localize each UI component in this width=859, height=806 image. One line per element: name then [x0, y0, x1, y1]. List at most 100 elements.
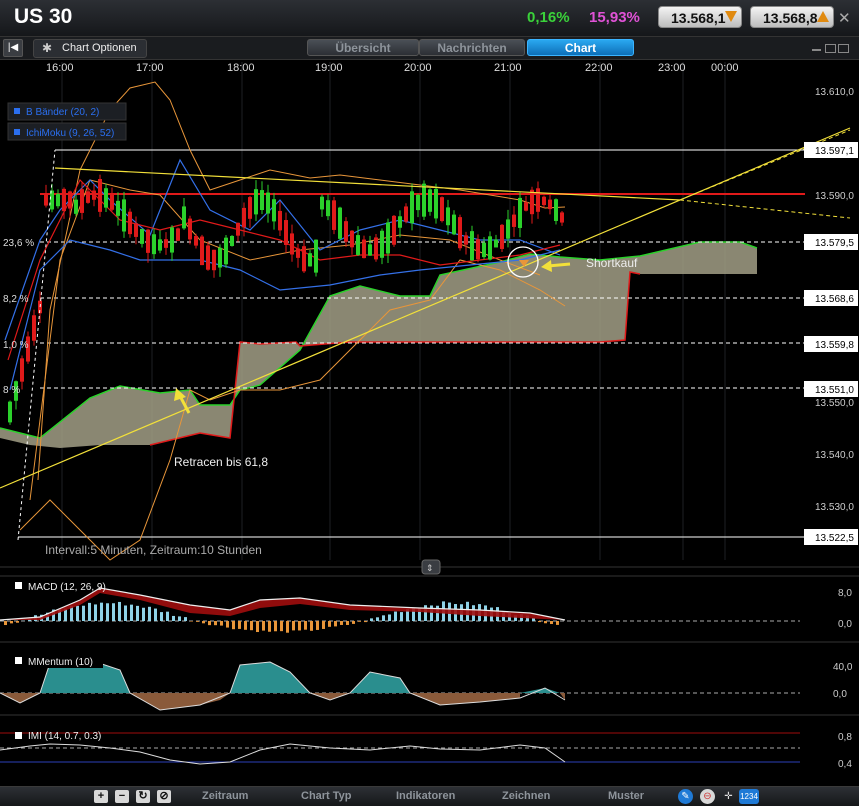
macd-bar	[532, 618, 535, 621]
macd-bar	[16, 621, 19, 623]
fib-label: 23,6 %	[3, 238, 34, 249]
refresh-icon[interactable]: ↻	[136, 790, 150, 803]
candle-body	[158, 239, 162, 250]
badge-icon[interactable]: 1234	[739, 789, 759, 804]
crosshair-icon[interactable]: ✛	[721, 789, 736, 804]
tab-overview[interactable]: Übersicht	[307, 39, 419, 56]
chart-area[interactable]: 16:00 17:00 18:00 19:00 20:00 21:00 22:0…	[0, 60, 859, 786]
price-tick: 13.550,0	[815, 398, 854, 409]
macd-bar	[286, 621, 289, 633]
macd-bar	[322, 621, 325, 629]
candle-body	[320, 197, 324, 210]
eraser-icon[interactable]: ⊖	[700, 789, 715, 804]
change-absolute: 0,16%	[527, 9, 570, 26]
candle-body	[434, 189, 438, 218]
collapse-left-icon[interactable]: |◀	[3, 39, 23, 57]
tab-news[interactable]: Nachrichten	[419, 39, 525, 56]
candle-body	[194, 236, 198, 246]
indicator-ichimoku: IchiMoku (9, 26, 52)	[26, 128, 114, 139]
macd-bar	[556, 621, 559, 625]
tab-chart[interactable]: Chart	[527, 39, 634, 56]
momentum-tick: 0,0	[833, 689, 847, 700]
bottom-toolbar: + − ↻ ⊘ Zeitraum Chart Typ Indikatoren Z…	[0, 786, 859, 806]
candle-body	[470, 231, 474, 260]
candle-body	[500, 225, 504, 249]
short-label: Shortkauf	[586, 256, 638, 270]
candle-body	[164, 239, 168, 248]
menu-draw[interactable]: Zeichnen	[502, 790, 550, 802]
price-axis: 13.610,0 13.597,1 13.590,0 13.579,5 13.5…	[804, 87, 858, 545]
macd-bar	[400, 612, 403, 621]
imi-panel: IMI (14, 0.7, 0.3) 0,8 0,4	[0, 715, 859, 770]
candle-body	[284, 220, 288, 245]
candle-body	[350, 231, 354, 248]
macd-bar	[220, 621, 223, 626]
sell-price: 13.568,1	[671, 10, 726, 26]
menu-chart-type[interactable]: Chart Typ	[301, 790, 352, 802]
price-tick: 13.522,5	[815, 533, 854, 544]
menu-timeframe[interactable]: Zeitraum	[202, 790, 248, 802]
candle-body	[122, 199, 126, 231]
candle-body	[86, 191, 90, 203]
candle-body	[488, 236, 492, 259]
candle-body	[116, 201, 120, 216]
candle-body	[134, 223, 138, 237]
macd-bar	[154, 609, 157, 621]
time-label: 18:00	[227, 62, 255, 74]
candle-body	[374, 237, 378, 259]
chart-options-button[interactable]: ✱ Chart Optionen	[33, 39, 147, 58]
macd-bar	[292, 621, 295, 630]
candle-body	[398, 216, 402, 227]
macd-bar	[214, 621, 217, 625]
candle-body	[296, 249, 300, 258]
candle-body	[482, 243, 486, 257]
cancel-icon[interactable]: ⊘	[157, 790, 171, 803]
symbol-title: US 30	[14, 5, 72, 29]
retracement-label: Retracen bis 61,8	[174, 455, 268, 469]
candle-body	[278, 211, 282, 230]
buy-price-button[interactable]: 13.568,8	[750, 6, 834, 28]
macd-bar	[550, 621, 553, 624]
candle-body	[338, 208, 342, 239]
macd-bar	[142, 608, 145, 621]
minus-icon[interactable]: −	[115, 790, 129, 803]
macd-bar	[238, 621, 241, 629]
candle-body	[44, 194, 48, 205]
price-tick: 13.597,1	[815, 146, 854, 157]
candle-body	[182, 206, 186, 228]
pencil-icon[interactable]: ✎	[678, 789, 693, 804]
minimize-icon[interactable]	[812, 44, 821, 51]
menu-indicators[interactable]: Indikatoren	[396, 790, 455, 802]
fib-label: 8,2 %	[3, 294, 29, 305]
imi-tick: 0,8	[838, 732, 852, 743]
candle-body	[380, 231, 384, 258]
trading-window: US 30 0,16% 15,93% 13.568,1 13.568,8 ✕ |…	[0, 0, 859, 805]
ichimoku-cloud	[0, 242, 757, 448]
up-arrow-icon	[817, 11, 829, 22]
macd-bar	[370, 618, 373, 621]
menu-patterns[interactable]: Muster	[608, 790, 644, 802]
macd-bar	[82, 606, 85, 621]
macd-bar	[88, 603, 91, 621]
macd-bar	[10, 621, 13, 623]
macd-bar	[316, 621, 319, 630]
candle-body	[176, 228, 180, 240]
candle-body	[446, 207, 450, 225]
candle-body	[308, 253, 312, 266]
candle-body	[530, 190, 534, 214]
candle-body	[218, 248, 222, 268]
candle-body	[80, 189, 84, 213]
macd-bar	[268, 621, 271, 632]
restore-icon[interactable]	[825, 44, 836, 53]
candle-body	[248, 197, 252, 219]
macd-bar	[262, 621, 265, 631]
plus-icon[interactable]: +	[94, 790, 108, 803]
macd-bar	[112, 603, 115, 621]
macd-bar	[160, 612, 163, 621]
close-icon[interactable]: ✕	[838, 9, 851, 27]
candle-body	[236, 223, 240, 236]
sell-price-button[interactable]: 13.568,1	[658, 6, 742, 28]
candle-body	[464, 235, 468, 244]
maximize-icon[interactable]	[838, 44, 849, 53]
candle-body	[512, 215, 516, 227]
